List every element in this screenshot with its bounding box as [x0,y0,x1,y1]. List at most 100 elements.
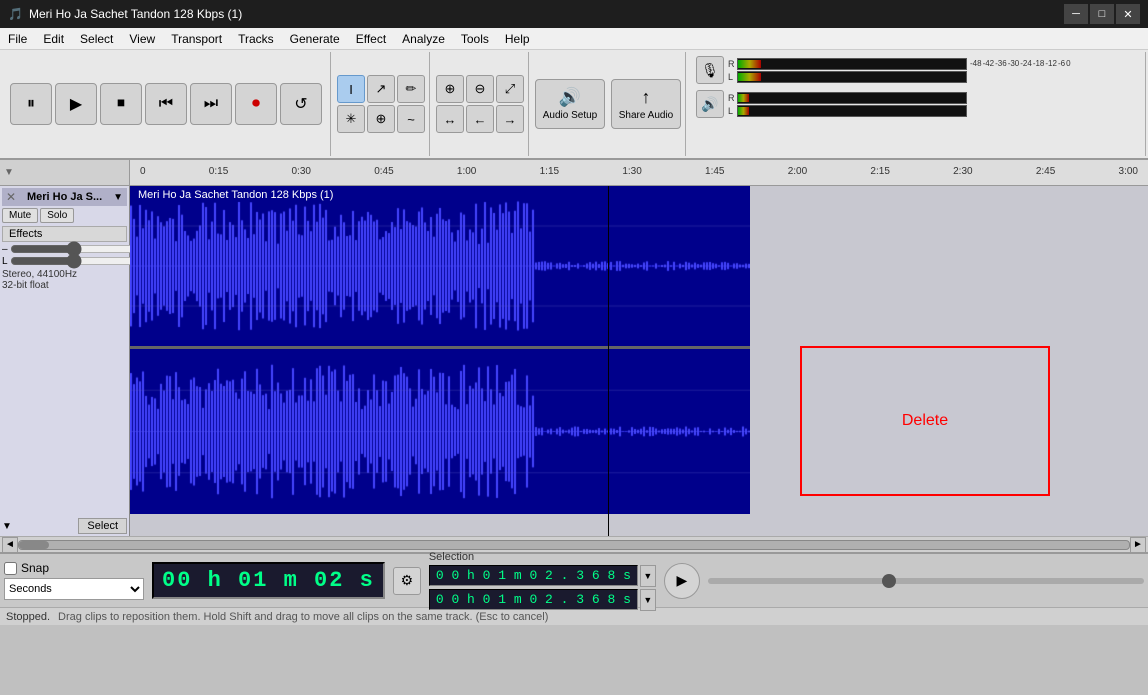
select-tool-button[interactable]: I [337,75,365,103]
scroll-left-button[interactable]: ◄ [2,537,18,553]
vu-pr-channel: R [728,92,967,104]
vu-pr-label: R [728,93,736,103]
menu-edit[interactable]: Edit [35,28,72,49]
record-vu-row: 🎙 R -48-42-36-30-24-18-12-60 L [696,56,1137,84]
sel-end-row: 0 0 h 0 1 m 0 2 . 3 6 8 s ▼ [429,589,656,611]
vu-l-bar-bg [737,71,967,83]
sel-start-display: 0 0 h 0 1 m 0 2 . 3 6 8 s [429,565,638,586]
delete-box[interactable]: Delete [800,346,1050,496]
draw-tool-button[interactable]: ✏ [397,75,425,103]
playback-start-button[interactable]: ▶ [664,563,700,599]
seconds-select[interactable]: Seconds Minutes Beats [4,578,144,600]
waveform-label: Meri Ho Ja Sachet Tandon 128 Kbps (1) [134,188,337,202]
transport-section: ⏸ ▶ ⏹ ⏮ ⏭ ⏺ ↺ [2,52,331,156]
pause-button[interactable]: ⏸ [10,83,52,125]
select-button[interactable]: Select [78,518,127,534]
scrollbar-thumb[interactable] [19,541,49,549]
snap-checkbox[interactable] [4,562,17,575]
menu-analyze[interactable]: Analyze [394,28,453,49]
minimize-button[interactable]: ─ [1064,4,1088,24]
tools-grid: I ↗ ✏ ✳ ⊕ ~ [337,75,425,133]
snap-text: Snap [21,561,49,575]
sel-start-dropdown[interactable]: ▼ [640,565,656,587]
smooth-tool-button[interactable]: ~ [397,105,425,133]
zoom-sel-button[interactable]: ↔ [436,105,464,133]
audio-setup-button[interactable]: 🔊 Audio Setup [535,79,605,129]
zoom-grid: ⊕ ⊖ ⤢ ↔ ← → [436,75,524,133]
toolbar: ⏸ ▶ ⏹ ⏮ ⏭ ⏺ ↺ I ↗ ✏ ✳ ⊕ ~ ⊕ ⊖ ⤢ ↔ ← → 🔊 [0,50,1148,160]
track-content: Meri Ho Ja Sachet Tandon 128 Kbps (1) De… [130,186,1148,536]
effects-button[interactable]: Effects [2,226,127,242]
waveform-bottom-canvas [130,349,750,514]
track-info: Stereo, 44100Hz 32-bit float [2,269,127,291]
loop-button[interactable]: ↺ [280,83,322,125]
zoom-scroll-left-button[interactable]: ← [466,105,494,133]
zoom-out-button[interactable]: ⊖ [466,75,494,103]
selection-section: Selection 0 0 h 0 1 m 0 2 . 3 6 8 s ▼ 0 … [429,551,656,611]
stopped-status: Stopped. [6,611,50,623]
vu-pl-label: L [728,106,736,116]
play-button[interactable]: ▶ [55,83,97,125]
maximize-button[interactable]: □ [1090,4,1114,24]
selection-header: Selection [429,551,656,563]
titlebar: 🎵 Meri Ho Ja Sachet Tandon 128 Kbps (1) … [0,0,1148,28]
playhead [608,186,609,536]
track-collapse-icon[interactable]: ▼ [2,521,12,532]
gain-minus-icon: – [2,244,8,255]
vu-section: 🎙 R -48-42-36-30-24-18-12-60 L [688,52,1146,156]
mute-button[interactable]: Mute [2,208,38,223]
record-button[interactable]: ⏺ [235,83,277,125]
zoom-scroll-right-button[interactable]: → [496,105,524,133]
position-slider-track[interactable] [708,578,1144,584]
vu-r-labels: -48-42-36-30-24-18-12-60 [970,59,1071,68]
solo-button[interactable]: Solo [40,208,74,223]
stop-button[interactable]: ⏹ [100,83,142,125]
audio-share-section: 🔊 Audio Setup ↑ Share Audio [531,52,686,156]
scrollbar-track[interactable] [18,540,1130,550]
menu-file[interactable]: File [0,28,35,49]
sel-end-text: 0 0 h 0 1 m 0 2 . 3 6 8 s [436,592,631,607]
time-display: 00 h 01 m 02 s [152,562,385,599]
envelope-tool-button[interactable]: ↗ [367,75,395,103]
menu-select[interactable]: Select [72,28,121,49]
menu-tracks[interactable]: Tracks [230,28,282,49]
zoom-in-button[interactable]: ⊕ [436,75,464,103]
menu-help[interactable]: Help [497,28,538,49]
titlebar-controls[interactable]: ─ □ ✕ [1064,4,1140,24]
audio-position-section [708,578,1144,584]
menu-generate[interactable]: Generate [282,28,348,49]
track-close-button[interactable]: ✕ [6,190,16,204]
menu-effect[interactable]: Effect [348,28,394,49]
tools-section: I ↗ ✏ ✳ ⊕ ~ [333,52,430,156]
settings-button[interactable]: ⚙ [393,567,421,595]
record-meter-button[interactable]: 🎙 [696,56,724,84]
pan-l-label: L [2,256,8,267]
track-dropdown-icon[interactable]: ▼ [113,192,123,203]
pan-slider[interactable] [10,255,139,267]
next-button[interactable]: ⏭ [190,83,232,125]
share-audio-label: Share Audio [619,110,674,121]
drag-hint-text: Drag clips to reposition them. Hold Shif… [58,611,548,623]
snap-label[interactable]: Snap [4,561,144,575]
play-meter-button[interactable]: 🔊 [696,90,724,118]
menubar: File Edit Select View Transport Tracks G… [0,28,1148,50]
position-slider-thumb[interactable] [882,574,896,588]
zoom-fit-button[interactable]: ⤢ [496,75,524,103]
multi-tool-button[interactable]: ✳ [337,105,365,133]
sel-end-dropdown[interactable]: ▼ [640,589,656,611]
prev-button[interactable]: ⏮ [145,83,187,125]
bottom-bar: Snap Seconds Minutes Beats 00 h 01 m 02 … [0,552,1148,607]
menu-transport[interactable]: Transport [163,28,230,49]
vu-r-channel: R -48-42-36-30-24-18-12-60 [728,58,1071,70]
menu-tools[interactable]: Tools [453,28,497,49]
vu-pl-bar-bg [737,105,967,117]
waveform-upper: Meri Ho Ja Sachet Tandon 128 Kbps (1) [130,186,750,346]
zoom-tool-button[interactable]: ⊕ [367,105,395,133]
scroll-right-button[interactable]: ► [1130,537,1146,553]
share-audio-button[interactable]: ↑ Share Audio [611,79,681,129]
menu-view[interactable]: View [121,28,163,49]
vu-pr-bar [738,94,749,102]
waveform-top-canvas [130,186,750,346]
play-vu-meters: R L [728,92,967,117]
close-button[interactable]: ✕ [1116,4,1140,24]
